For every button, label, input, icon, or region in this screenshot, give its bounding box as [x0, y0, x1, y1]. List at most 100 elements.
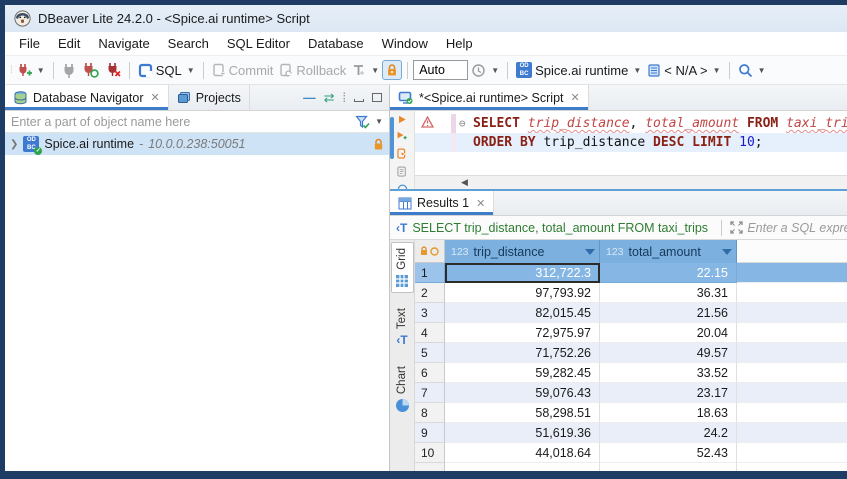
cell-trip-distance[interactable]: 72,975.97	[445, 323, 600, 343]
code-line[interactable]: ORDER BY trip_distance DESC LIMIT 10;	[415, 133, 847, 152]
tab-sql-script[interactable]: *<Spice.ai runtime> Script ✕	[390, 85, 589, 110]
row-number[interactable]: 2	[415, 283, 445, 303]
transaction-log-button[interactable]: ▼	[468, 61, 502, 80]
transaction-mode-button[interactable]: ▼	[349, 61, 382, 79]
cell-trip-distance[interactable]: 312,722.3	[445, 263, 600, 283]
row-number[interactable]: 9	[415, 423, 445, 443]
menu-item-window[interactable]: Window	[373, 34, 437, 53]
table-row: 297,793.9236.31	[415, 283, 847, 303]
cell-total-amount[interactable]: 52.43	[600, 443, 737, 463]
row-number[interactable]: 7	[415, 383, 445, 403]
column-header-trip-distance[interactable]: 123 trip_distance	[445, 240, 600, 263]
scroll-left-arrow-icon[interactable]: ◀	[461, 177, 468, 188]
column-header-total-amount[interactable]: 123 total_amount	[600, 240, 737, 263]
tab-label: Database Navigator	[33, 91, 143, 105]
lock-toggle-button[interactable]	[382, 60, 402, 80]
rollback-button[interactable]: Rollback	[276, 61, 349, 80]
connect-button[interactable]	[59, 61, 79, 80]
object-filter[interactable]: Enter a part of object name here ▼	[5, 111, 389, 133]
rollback-icon	[279, 63, 293, 77]
row-number[interactable]: 8	[415, 403, 445, 423]
bookmark-arc-icon[interactable]	[396, 184, 409, 189]
row-number[interactable]: 6	[415, 363, 445, 383]
tab-grid[interactable]: Grid	[391, 242, 414, 293]
row-number[interactable]: 5	[415, 343, 445, 363]
execute-script-icon[interactable]	[395, 148, 409, 159]
sash-indicator[interactable]	[390, 117, 394, 159]
cell-total-amount[interactable]: 23.17	[600, 383, 737, 403]
maximize-icon[interactable]	[372, 93, 382, 102]
close-icon[interactable]: ✕	[571, 91, 580, 104]
expand-chevron-icon[interactable]: ❯	[10, 139, 18, 150]
cell-trip-distance[interactable]: 51,619.36	[445, 423, 600, 443]
row-number[interactable]: 10	[415, 443, 445, 463]
cell-total-amount[interactable]: 33.52	[600, 363, 737, 383]
result-query-text: SELECT trip_distance, total_amount FROM …	[412, 221, 717, 235]
tab-text[interactable]: Text ‹T	[391, 303, 414, 351]
sort-desc-icon[interactable]	[585, 249, 595, 255]
cell-trip-distance[interactable]: 44,018.64	[445, 443, 600, 463]
schema-selector[interactable]: < N/A > ▼	[644, 61, 723, 80]
link-editor-icon[interactable]: ⇄	[324, 90, 335, 106]
expand-icon[interactable]	[730, 221, 743, 234]
commit-mode-input[interactable]	[413, 60, 468, 80]
cell-trip-distance[interactable]: 59,076.43	[445, 383, 600, 403]
new-connection-button[interactable]: ▼	[13, 60, 48, 80]
tab-database-navigator[interactable]: Database Navigator ✕	[5, 85, 169, 110]
cell-total-amount[interactable]: 24.2	[600, 423, 737, 443]
results-filter-bar[interactable]: ‹T SELECT trip_distance, total_amount FR…	[390, 216, 847, 240]
cell-total-amount[interactable]: 22.15	[600, 263, 737, 283]
cell-trip-distance[interactable]: 59,282.45	[445, 363, 600, 383]
code-area[interactable]: ⊖SELECT trip_distance, total_amount FROM…	[415, 111, 847, 175]
cell-total-amount[interactable]: 36.31	[600, 283, 737, 303]
row-number[interactable]: 1	[415, 263, 445, 283]
editor-hscrollbar[interactable]: ◀	[415, 175, 847, 189]
row-number[interactable]: 4	[415, 323, 445, 343]
cell-trip-distance[interactable]: 58,298.51	[445, 403, 600, 423]
execute-new-tab-icon[interactable]	[395, 131, 409, 141]
tab-results-1[interactable]: Results 1 ✕	[390, 191, 494, 215]
grid-corner-cell[interactable]	[415, 240, 445, 263]
menu-item-sql-editor[interactable]: SQL Editor	[218, 34, 299, 53]
tree-item-connection[interactable]: ❯ ODBC✓ Spice.ai runtime - 10.0.0.238:50…	[5, 133, 389, 155]
menu-item-database[interactable]: Database	[299, 34, 373, 53]
execute-statement-icon[interactable]	[396, 115, 408, 124]
cell-trip-distance[interactable]: 97,793.92	[445, 283, 600, 303]
cell-total-amount[interactable]: 21.56	[600, 303, 737, 323]
reconnect-button[interactable]	[79, 60, 102, 80]
row-filler	[737, 443, 847, 463]
menu-item-help[interactable]: Help	[437, 34, 482, 53]
cell-total-amount[interactable]: 49.57	[600, 343, 737, 363]
window-title: DBeaver Lite 24.2.0 - <Spice.ai runtime>…	[38, 11, 310, 26]
sql-editor-button[interactable]: SQL ▼	[135, 61, 198, 80]
chevron-down-icon[interactable]: ▼	[375, 117, 383, 126]
explain-plan-icon[interactable]	[395, 166, 409, 177]
close-icon[interactable]: ✕	[476, 197, 485, 210]
sort-desc-icon[interactable]	[722, 249, 732, 255]
tab-projects[interactable]: Projects	[169, 85, 250, 110]
connection-selector[interactable]: ODBC Spice.ai runtime ▼	[513, 60, 644, 80]
search-button[interactable]: ▼	[735, 61, 769, 80]
cell-total-amount[interactable]: 18.63	[600, 403, 737, 423]
results-grid-icon	[398, 197, 412, 210]
cell-trip-distance[interactable]: 82,015.45	[445, 303, 600, 323]
menu-item-edit[interactable]: Edit	[49, 34, 89, 53]
row-number[interactable]: 3	[415, 303, 445, 323]
minimize-icon[interactable]	[354, 99, 364, 102]
tab-chart[interactable]: Chart	[391, 361, 414, 417]
filter-funnel-icon[interactable]	[355, 115, 370, 129]
cell-trip-distance[interactable]: 71,752.26	[445, 343, 600, 363]
menu-item-file[interactable]: File	[10, 34, 49, 53]
menu-item-navigate[interactable]: Navigate	[89, 34, 158, 53]
commit-button[interactable]: Commit	[209, 61, 277, 80]
view-menu-icon[interactable]: ⁞	[343, 91, 346, 105]
code-line[interactable]: ⊖SELECT trip_distance, total_amount FROM…	[415, 114, 847, 133]
fold-marker-icon[interactable]: ⊖	[459, 114, 466, 133]
close-icon[interactable]: ✕	[150, 91, 159, 104]
cell-total-amount[interactable]: 20.04	[600, 323, 737, 343]
collapse-all-icon[interactable]: —	[303, 91, 316, 105]
menu-item-search[interactable]: Search	[159, 34, 218, 53]
disconnect-button[interactable]	[102, 60, 124, 80]
row-filler	[737, 403, 847, 423]
toolbar-grip: ⁞	[10, 65, 11, 76]
